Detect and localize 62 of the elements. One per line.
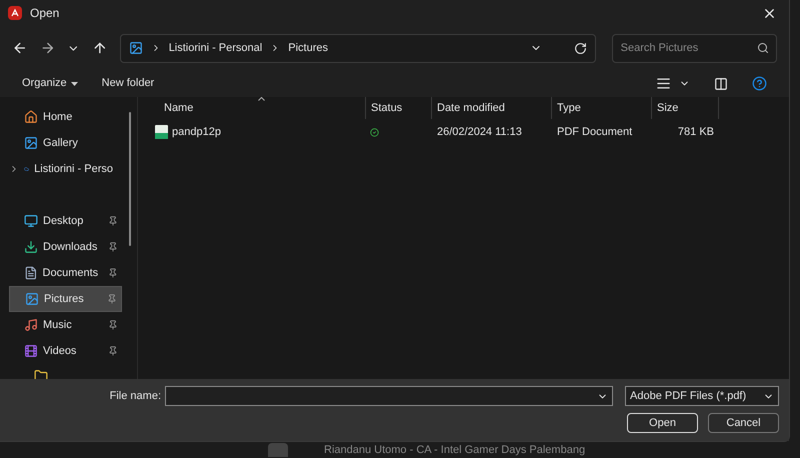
sidebar-item[interactable]: Downloads — [9, 234, 122, 260]
sidebar-item[interactable]: Documents — [9, 260, 122, 286]
file-name-field[interactable] — [165, 386, 613, 406]
help-icon[interactable] — [752, 76, 767, 91]
sidebar-item[interactable]: Gallery — [9, 130, 122, 156]
sidebar-label: Pictures — [44, 292, 84, 307]
sidebar-item[interactable]: Music — [9, 312, 122, 338]
search-field[interactable]: Search Pictures — [612, 34, 777, 62]
sidebar-label: Documents — [42, 266, 98, 281]
view-list-icon[interactable] — [656, 76, 671, 91]
file-name-label: File name: — [110, 388, 161, 404]
preview-pane-icon[interactable] — [714, 76, 728, 90]
sidebar-label: Music — [43, 318, 72, 333]
search-icon — [757, 42, 769, 54]
column-header[interactable]: Size — [652, 97, 719, 119]
column-header[interactable]: Type — [552, 97, 652, 119]
date-modified: 26/02/2024 11:13 — [437, 126, 522, 138]
sidebar-label: Desktop — [43, 214, 84, 229]
sidebar-label: Downloads — [43, 240, 98, 255]
picture-icon — [25, 292, 39, 306]
sidebar-item[interactable]: Home — [9, 104, 122, 130]
sort-caret-icon — [258, 97, 265, 101]
music-icon — [24, 318, 38, 332]
synced-status-icon — [370, 128, 379, 136]
column-header[interactable]: Date modified — [432, 97, 552, 119]
breadcrumb-item[interactable]: Pictures — [288, 40, 328, 56]
forward-arrow-icon[interactable] — [40, 40, 56, 56]
pdf-app-icon — [8, 6, 22, 20]
new-folder-button[interactable]: New folder — [102, 75, 154, 92]
sidebar-label: Home — [43, 110, 72, 125]
address-bar[interactable]: Listiorini - Personal Pictures — [120, 34, 596, 62]
organize-menu[interactable]: Organize — [22, 75, 78, 92]
video-icon — [24, 344, 38, 358]
sidebar-item[interactable]: Pictures — [9, 286, 122, 312]
breadcrumb-item[interactable]: Listiorini - Personal — [168, 40, 262, 56]
refresh-icon[interactable] — [574, 42, 587, 54]
sidebar-item[interactable]: Videos — [9, 338, 122, 364]
sidebar-item[interactable]: Listiorini - Perso — [9, 156, 122, 182]
file-row[interactable]: pandp12p 26/02/2024 11:13 PDF Document 781 KB — [138, 119, 789, 145]
file-size: 781 KB — [678, 124, 714, 140]
home-icon — [24, 110, 38, 124]
window-title: Open — [30, 5, 60, 22]
open-button[interactable]: Open — [627, 413, 698, 433]
sidebar-label: Videos — [43, 344, 76, 359]
column-header[interactable]: Status — [366, 97, 432, 119]
gallery-icon — [24, 136, 38, 150]
file-type: PDF Document — [557, 126, 632, 138]
scrollbar[interactable] — [129, 112, 131, 246]
folder-icon — [34, 369, 48, 379]
sidebar-item[interactable]: Desktop — [9, 208, 122, 234]
caret-icon — [70, 82, 78, 86]
background-text: Riandanu Utomo - CA - Intel Gamer Days Palembang — [324, 442, 586, 458]
column-header[interactable]: Name — [138, 97, 366, 119]
sidebar-label: Listiorini - Perso — [34, 162, 113, 177]
cancel-button[interactable]: Cancel — [708, 413, 779, 433]
file-type-dropdown[interactable]: Adobe PDF Files (*.pdf) — [625, 386, 779, 406]
sidebar-label: Gallery — [43, 136, 78, 151]
download-icon — [24, 240, 38, 254]
back-arrow-icon[interactable] — [12, 40, 28, 56]
monitor-icon — [24, 214, 38, 228]
picture-icon — [128, 41, 143, 55]
file-name: pandp12p — [172, 124, 221, 140]
